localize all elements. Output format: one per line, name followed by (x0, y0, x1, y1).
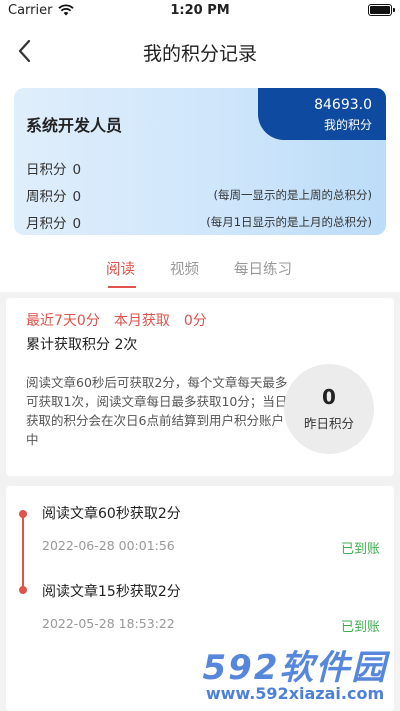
monthly-points-row: 月积分 0 (26, 212, 81, 232)
rules-description: 阅读文章60秒后可获取2分，每个文章每天最多可获取1次，阅读文章每日最多获取10… (26, 375, 288, 447)
weekly-points-note: (每周一显示的是上周的总积分) (213, 188, 372, 202)
recent-points-row: 最近7天0分 本月获取 0分 (26, 310, 221, 330)
this-month-label: 本月获取 (113, 313, 170, 329)
monthly-points-value: 0 (72, 216, 82, 232)
yesterday-points-value: 0 (322, 385, 336, 409)
timeline-dot (19, 510, 27, 518)
watermark-url: www.592xiazai.com (205, 684, 385, 703)
weekly-points-label: 周积分 (26, 189, 67, 205)
daily-points-label: 日积分 (26, 162, 67, 178)
daily-points-row: 日积分 0 (26, 158, 81, 178)
timeline-line (22, 514, 24, 590)
battery-icon (368, 4, 395, 16)
category-tabs: 阅读 视频 每日练习 (0, 250, 400, 290)
record-status: 已到账 (340, 620, 380, 635)
yesterday-points-label: 昨日积分 (303, 416, 354, 431)
my-points-badge: 84693.0 我的积分 (258, 88, 386, 140)
clock: 1:20 PM (170, 3, 230, 18)
header-section: 系统开发人员 84693.0 我的积分 日积分 0 周积分 0 (每周一显示的是上周… (0, 80, 400, 292)
record-date: 2022-05-28 18:53:22 (42, 616, 175, 631)
tab-video[interactable]: 视频 (170, 258, 199, 279)
nav-bar: 我的积分记录 (0, 22, 400, 80)
page-title: 我的积分记录 (142, 43, 257, 65)
last-7-days-points: 最近7天0分 (26, 313, 100, 329)
daily-points-value: 0 (72, 162, 82, 178)
points-card: 系统开发人员 84693.0 我的积分 日积分 0 周积分 0 (每周一显示的是上周… (14, 88, 386, 235)
tab-reading[interactable]: 阅读 (106, 258, 135, 279)
my-points-label: 我的积分 (323, 118, 372, 132)
this-month-value: 0分 (183, 313, 207, 329)
monthly-points-note: (每月1日显示的是上月的总积分) (206, 215, 372, 229)
record-date: 2022-06-28 00:01:56 (42, 538, 175, 553)
watermark-logo: 592软件园 www.592xiazai.com (190, 640, 400, 711)
timeline-dot (19, 586, 27, 594)
my-points-value: 84693.0 (314, 97, 372, 113)
tab-daily-practice[interactable]: 每日练习 (234, 258, 292, 279)
record-status: 已到账 (340, 542, 380, 557)
weekly-points-value: 0 (72, 189, 82, 205)
reading-summary-card: 最近7天0分 本月获取 0分 累计获取积分 2次 阅读文章60秒后可获取2分，每个文… (6, 298, 394, 476)
watermark-brand: 592软件园 (202, 648, 388, 688)
record-title: 阅读文章60秒获取2分 (42, 506, 181, 522)
yesterday-points-circle: 0 昨日积分 (284, 364, 374, 454)
user-name: 系统开发人员 (26, 116, 123, 135)
status-bar: Carrier 1:20 PM (0, 0, 400, 22)
record-title: 阅读文章15秒获取2分 (42, 584, 181, 600)
total-earned-count: 累计获取积分 2次 (26, 337, 138, 353)
weekly-points-row: 周积分 0 (26, 185, 81, 205)
active-tab-indicator (108, 286, 136, 288)
monthly-points-label: 月积分 (26, 216, 67, 232)
